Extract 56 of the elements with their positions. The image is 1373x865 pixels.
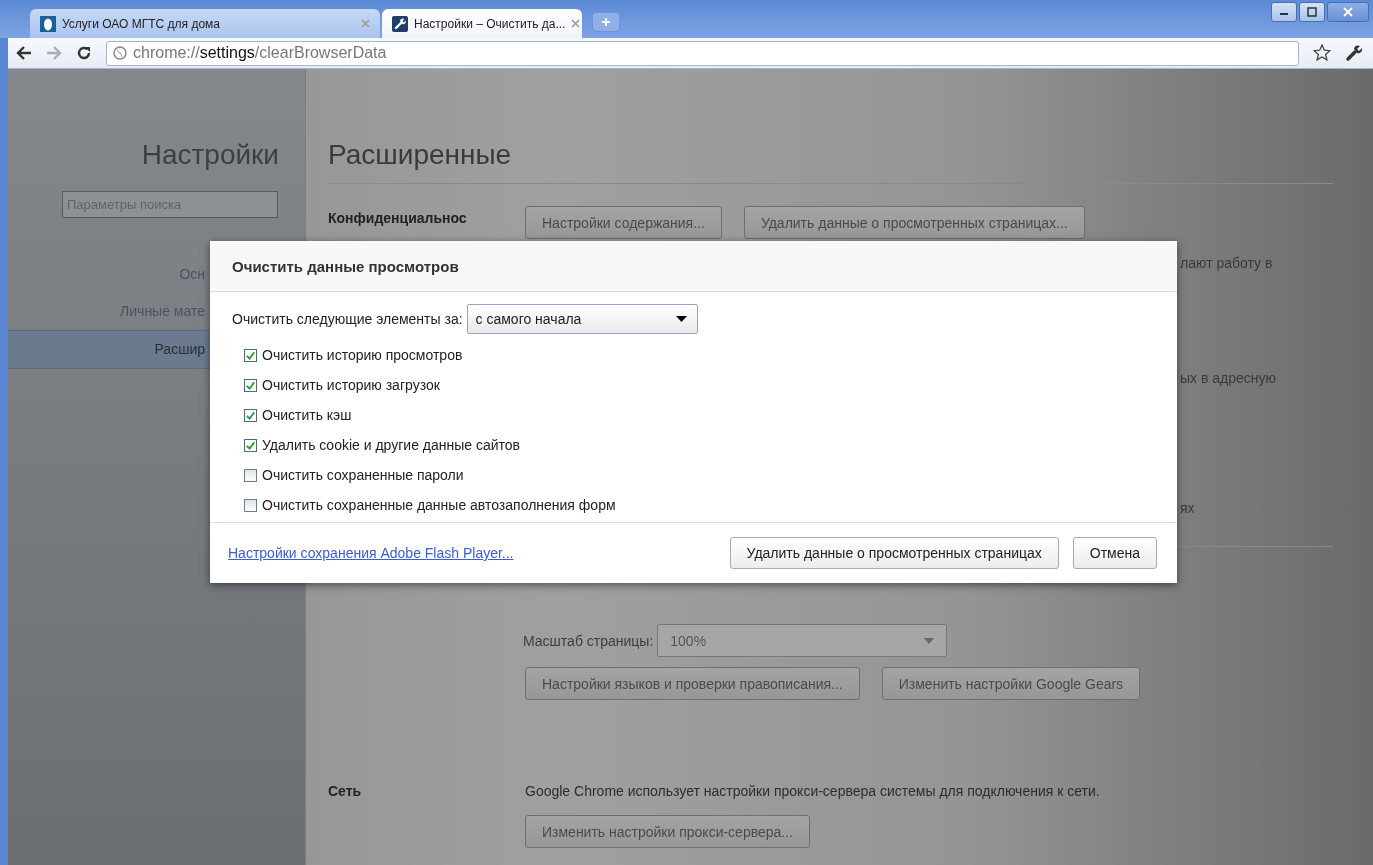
checkbox[interactable] <box>244 468 257 482</box>
wrench-icon <box>392 15 408 32</box>
settings-button[interactable]: Изменить настройки Google Gears <box>881 667 1141 700</box>
new-tab-button[interactable] <box>592 12 620 32</box>
checkbox[interactable] <box>244 408 257 422</box>
caret-icon <box>675 316 687 322</box>
plus-icon <box>601 17 611 27</box>
back-icon[interactable] <box>16 46 32 60</box>
wrench-icon[interactable] <box>1345 44 1363 62</box>
maximize-button[interactable] <box>1299 2 1325 22</box>
clear-data-button[interactable]: Удалить данные о просмотренных страницах <box>729 537 1059 569</box>
checkbox-label: Очистить кэш <box>262 407 352 423</box>
dialog-title: Очистить данные просмотров <box>232 257 459 275</box>
browser-tab[interactable]: Услуги ОАО МГТС для дома <box>30 9 380 38</box>
flash-settings-link[interactable]: Настройки сохранения Adobe Flash Player... <box>228 545 514 561</box>
settings-button[interactable]: Настройки содержания... <box>525 206 722 239</box>
check-icon <box>245 379 256 391</box>
checkbox-label: Удалить cookie и другие данные сайтов <box>262 437 521 453</box>
close-button[interactable] <box>1327 2 1369 22</box>
checkbox[interactable] <box>244 378 257 392</box>
page-zoom-dropdown[interactable]: 100% <box>657 624 948 657</box>
checkbox[interactable] <box>244 438 257 452</box>
proxy-settings-button[interactable]: Изменить настройки прокси-сервера... <box>525 815 810 848</box>
close-icon[interactable] <box>571 19 581 28</box>
address-bar[interactable]: chrome://settings/clearBrowserData <box>106 40 1299 66</box>
check-icon <box>245 439 256 451</box>
partial-text: лают работу в <box>1180 255 1274 273</box>
caret-icon <box>924 637 935 644</box>
checkbox[interactable] <box>244 348 257 362</box>
checkbox-label: Очистить сохраненные пароли <box>262 467 464 483</box>
partial-text: ях <box>1180 500 1196 518</box>
maximize-icon <box>1307 7 1317 17</box>
reload-icon[interactable] <box>76 45 92 61</box>
section-label: Сеть <box>328 783 363 799</box>
star-icon[interactable] <box>1313 44 1331 62</box>
section-label: Конфиденциальнос <box>328 209 468 226</box>
partial-text: ых в адресную <box>1180 370 1278 388</box>
sidebar-title: Настройки <box>140 138 280 171</box>
network-description: Google Chrome использует настройки прокси-сервера системы для подключения к сети. <box>525 783 1100 799</box>
globe-icon <box>113 46 127 60</box>
browser-tab[interactable]: Настройки – Очистить да... <box>382 9 582 38</box>
check-icon <box>245 409 256 421</box>
period-label: Очистить следующие элементы за: <box>232 311 463 327</box>
page-title: Расширенные <box>328 139 513 171</box>
minimize-button[interactable] <box>1271 2 1297 22</box>
close-icon <box>1343 7 1353 17</box>
checkbox[interactable] <box>244 498 257 512</box>
period-dropdown[interactable]: с самого начала <box>466 304 698 334</box>
check-icon <box>245 349 256 361</box>
checkbox-label: Очистить сохраненные данные автозаполнения форм <box>262 497 616 513</box>
settings-button[interactable]: Настройки языков и проверки правописания... <box>525 667 860 700</box>
cancel-button[interactable]: Отмена <box>1072 537 1157 569</box>
checkbox-label: Очистить историю загрузок <box>262 377 440 393</box>
egg-icon <box>40 15 56 32</box>
settings-button[interactable]: Удалить данные о просмотренных страницах... <box>743 206 1085 239</box>
page-zoom-label: Масштаб страницы: <box>523 632 654 649</box>
